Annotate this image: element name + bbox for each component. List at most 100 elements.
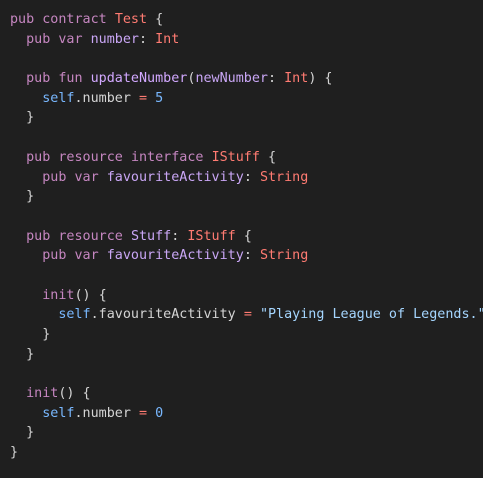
code-token: ) {	[308, 71, 333, 87]
code-token: :	[139, 31, 156, 47]
code-line: }	[10, 345, 483, 365]
code-token: :	[268, 71, 285, 87]
code-line: }	[10, 108, 483, 128]
code-token: self	[42, 90, 75, 106]
code-token: newNumber	[195, 71, 268, 87]
code-line: pub fun updateNumber(newNumber: Int) {	[10, 69, 483, 89]
code-token: }	[10, 189, 35, 205]
code-token: Int	[155, 31, 180, 47]
code-line: pub var favouriteActivity: String	[10, 168, 483, 188]
code-token: }	[10, 425, 35, 441]
code-token: pub	[42, 169, 67, 185]
code-token: String	[259, 248, 309, 264]
code-token: {	[259, 149, 277, 165]
code-token: .number	[74, 90, 139, 106]
code-line: }	[10, 423, 483, 443]
code-token: IStuff	[211, 149, 260, 165]
code-token: self	[58, 307, 91, 323]
code-token: interface	[130, 149, 204, 165]
code-token: Int	[284, 71, 309, 87]
code-line: self.number = 5	[10, 89, 483, 109]
code-token: IStuff	[187, 228, 236, 244]
code-line: pub resource interface IStuff {	[10, 148, 483, 168]
code-token: var	[74, 248, 99, 264]
code-token: =	[243, 307, 252, 323]
code-token: var	[58, 31, 83, 47]
code-line: init() {	[10, 286, 483, 306]
code-token: =	[139, 90, 148, 106]
code-line: init() {	[10, 384, 483, 404]
code-token: pub	[26, 228, 51, 244]
code-line: pub resource Stuff: IStuff {	[10, 227, 483, 247]
code-token: number	[90, 31, 139, 47]
code-token: resource	[58, 228, 123, 244]
code-line: pub var number: Int	[10, 30, 483, 50]
code-token: contract	[42, 12, 107, 27]
code-editor[interactable]: pub contract Test { pub var number: Int …	[0, 0, 483, 478]
code-token: () {	[74, 287, 107, 303]
code-token: :	[243, 248, 260, 264]
code-line: pub contract Test {	[10, 10, 483, 30]
code-token: self	[42, 405, 75, 421]
code-token: pub	[10, 12, 35, 27]
code-token: }	[10, 445, 19, 461]
code-token: Test	[114, 12, 148, 27]
code-token: favouriteActivity	[106, 248, 244, 264]
code-token: pub	[26, 31, 51, 47]
code-token: fun	[58, 71, 83, 87]
code-token: }	[10, 346, 35, 362]
code-token: =	[139, 405, 148, 421]
code-token: String	[259, 169, 309, 185]
code-token: "Playing League of Legends."	[259, 307, 483, 323]
code-line: }	[10, 325, 483, 345]
code-token: {	[235, 228, 252, 244]
code-token: pub	[26, 71, 51, 87]
code-token: Stuff	[130, 228, 172, 244]
code-token: .favouriteActivity	[90, 307, 244, 323]
code-token: 5	[155, 90, 164, 106]
code-token: }	[10, 327, 51, 342]
code-token: :	[243, 169, 260, 185]
code-line: pub var favouriteActivity: String	[10, 246, 483, 266]
code-token: :	[171, 228, 188, 244]
code-token: 0	[155, 405, 164, 421]
code-line: self.number = 0	[10, 404, 483, 424]
code-token: init	[42, 287, 75, 303]
code-token: init	[26, 386, 59, 402]
code-token: favouriteActivity	[106, 169, 244, 185]
code-token: pub	[42, 248, 67, 264]
code-line: }	[10, 443, 483, 463]
code-token: }	[10, 110, 35, 126]
code-token: resource	[58, 149, 123, 165]
code-token: {	[147, 12, 164, 27]
code-token: updateNumber	[90, 71, 188, 87]
code-token: () {	[58, 386, 91, 402]
